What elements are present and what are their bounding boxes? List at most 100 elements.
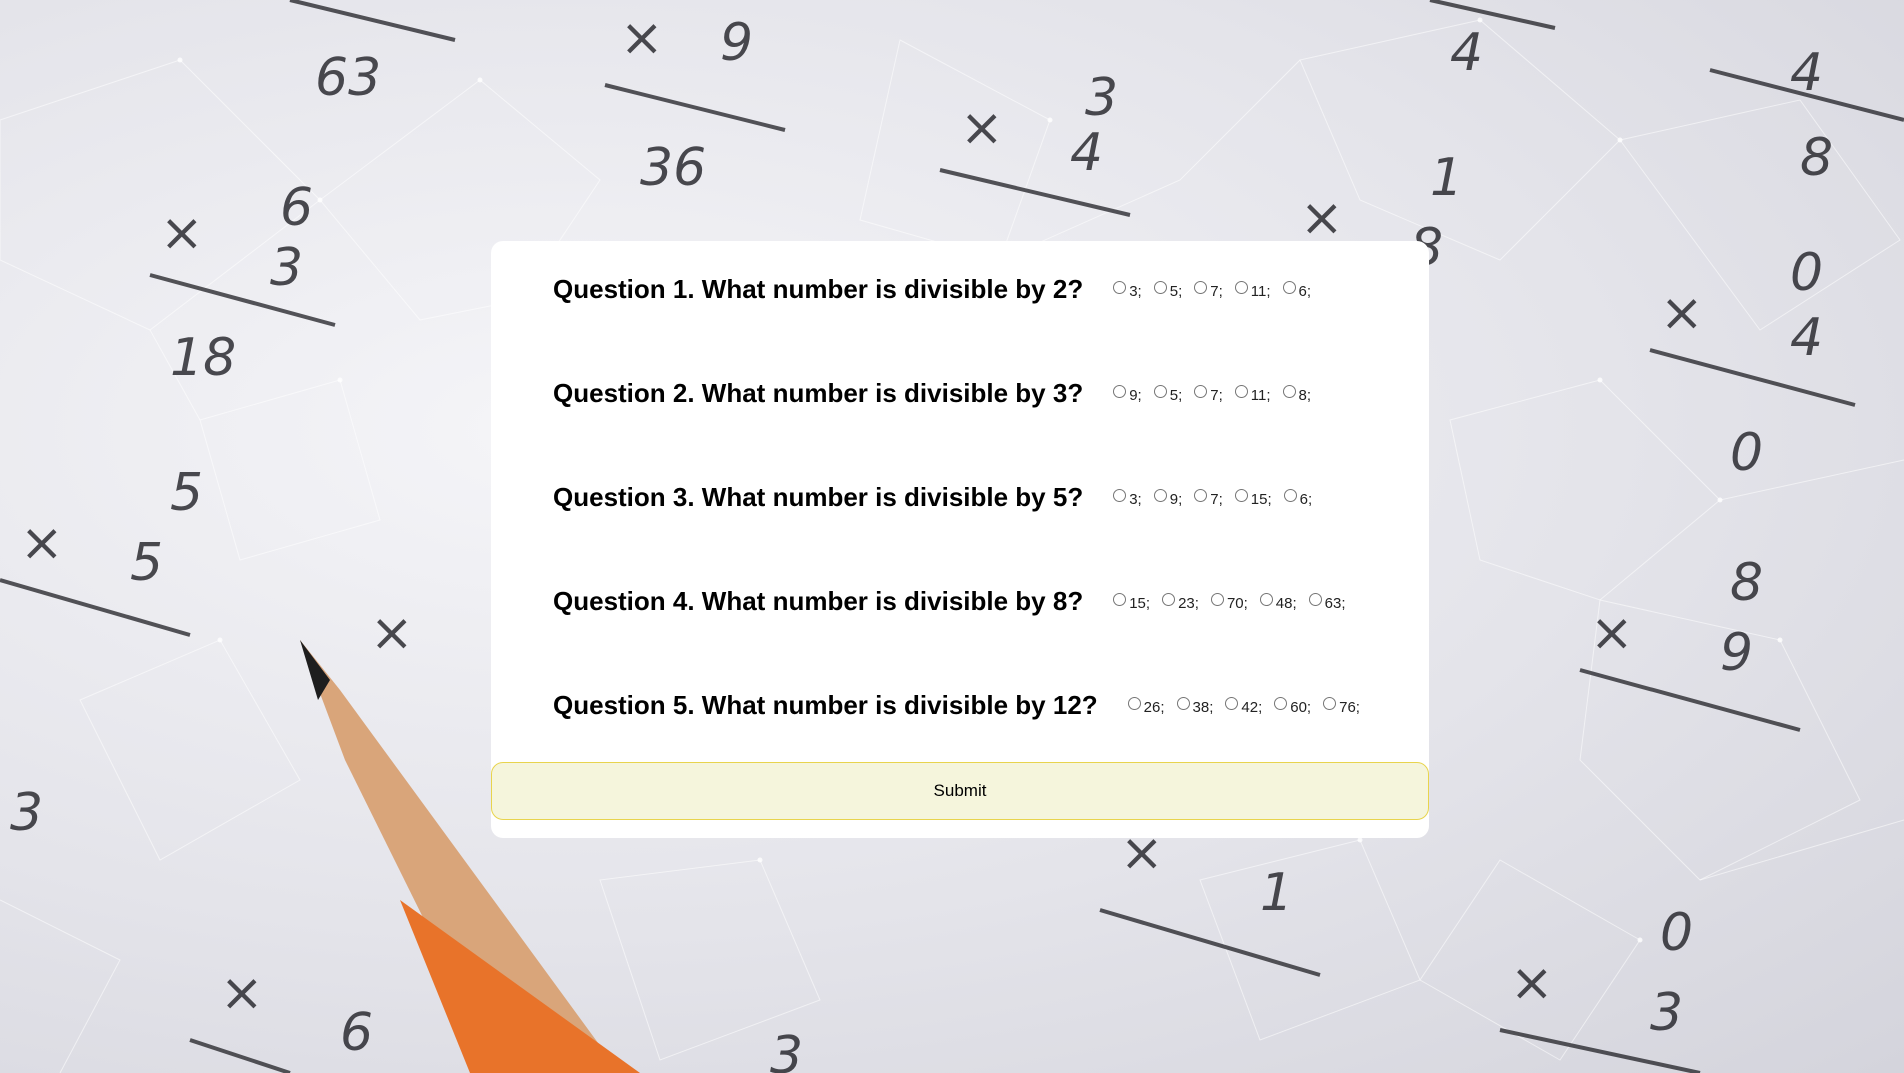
radio-button[interactable] xyxy=(1259,593,1273,606)
option-label: 5; xyxy=(1169,283,1183,300)
option-radio[interactable]: 11; xyxy=(1234,279,1271,300)
option-radio[interactable]: 8; xyxy=(1282,383,1311,404)
radio-button[interactable] xyxy=(1274,697,1288,710)
question-1: Question 1. What number is divisible by … xyxy=(553,274,1323,305)
option-radio[interactable]: 23; xyxy=(1162,591,1199,612)
option-label: 38; xyxy=(1192,699,1214,716)
option-label: 26; xyxy=(1143,699,1165,716)
option-label: 7; xyxy=(1210,283,1223,300)
bg-number: × xyxy=(620,8,664,68)
question-text: Question 1. What number is divisible by … xyxy=(553,274,1084,304)
option-radio[interactable]: 3; xyxy=(1113,279,1142,300)
bg-number: 9 xyxy=(720,13,753,73)
option-radio[interactable]: 15; xyxy=(1234,487,1272,508)
radio-button[interactable] xyxy=(1194,385,1208,398)
bg-number: × xyxy=(220,963,264,1023)
option-label: 70; xyxy=(1226,595,1248,612)
option-radio[interactable]: 6; xyxy=(1282,279,1312,300)
bg-number: 3 xyxy=(770,1026,803,1073)
question-5: Question 5. What number is divisible by … xyxy=(553,690,1372,721)
option-label: 3; xyxy=(1129,491,1142,508)
radio-button[interactable] xyxy=(1113,281,1127,294)
option-radio[interactable]: 15; xyxy=(1113,591,1150,612)
bg-number: 18 xyxy=(170,328,236,388)
radio-button[interactable] xyxy=(1225,697,1239,710)
bg-number: × xyxy=(1300,188,1344,248)
radio-button[interactable] xyxy=(1282,385,1296,398)
radio-button[interactable] xyxy=(1210,593,1224,606)
option-radio[interactable]: 48; xyxy=(1259,591,1297,612)
option-label: 9; xyxy=(1169,491,1183,508)
option-radio[interactable]: 42; xyxy=(1225,695,1262,716)
option-radio[interactable]: 5; xyxy=(1153,279,1183,300)
bg-number: × xyxy=(160,203,204,263)
option-label: 3; xyxy=(1129,283,1142,300)
option-label: 9; xyxy=(1129,387,1142,404)
radio-button[interactable] xyxy=(1113,385,1127,398)
bg-number: × xyxy=(960,98,1004,158)
option-label: 15; xyxy=(1129,595,1151,612)
bg-number: 5 xyxy=(170,463,203,523)
radio-button[interactable] xyxy=(1323,697,1337,710)
bg-number: 3 xyxy=(1650,983,1683,1043)
radio-button[interactable] xyxy=(1234,385,1248,398)
option-label: 6; xyxy=(1298,283,1312,300)
radio-button[interactable] xyxy=(1113,489,1127,502)
radio-button[interactable] xyxy=(1283,489,1297,502)
radio-button[interactable] xyxy=(1162,593,1176,606)
option-radio[interactable]: 3; xyxy=(1113,487,1142,508)
option-label: 7; xyxy=(1210,387,1223,404)
option-label: 11; xyxy=(1250,387,1271,404)
question-2: Question 2. What number is divisible by … xyxy=(553,378,1323,409)
radio-button[interactable] xyxy=(1234,489,1248,502)
radio-button[interactable] xyxy=(1176,697,1190,710)
option-radio[interactable]: 26; xyxy=(1127,695,1165,716)
radio-button[interactable] xyxy=(1194,281,1208,294)
option-radio[interactable]: 63; xyxy=(1308,591,1346,612)
option-radio[interactable]: 9; xyxy=(1153,487,1183,508)
radio-button[interactable] xyxy=(1113,593,1127,606)
bg-number: × xyxy=(1510,953,1554,1013)
bg-number: 4 xyxy=(1450,23,1483,83)
bg-number: 3 xyxy=(1085,68,1118,128)
bg-number: 4 xyxy=(1070,123,1103,183)
bg-number: × xyxy=(1660,283,1704,343)
option-radio[interactable]: 11; xyxy=(1234,383,1271,404)
option-radio[interactable]: 5; xyxy=(1153,383,1182,404)
radio-button[interactable] xyxy=(1234,281,1248,294)
option-label: 23; xyxy=(1178,595,1199,612)
bg-number: 1 xyxy=(1260,863,1293,923)
bg-number: 63 xyxy=(315,48,381,108)
option-radio[interactable]: 7; xyxy=(1194,383,1223,404)
option-radio[interactable]: 38; xyxy=(1176,695,1214,716)
radio-button[interactable] xyxy=(1308,593,1322,606)
option-radio[interactable]: 9; xyxy=(1113,383,1142,404)
question-text: Question 4. What number is divisible by … xyxy=(553,586,1084,616)
radio-button[interactable] xyxy=(1194,489,1208,502)
option-label: 48; xyxy=(1275,595,1297,612)
option-label: 60; xyxy=(1290,699,1312,716)
radio-button[interactable] xyxy=(1153,489,1167,502)
question-text: Question 3. What number is divisible by … xyxy=(553,482,1084,512)
submit-button[interactable]: Submit xyxy=(491,762,1429,820)
option-radio[interactable]: 7; xyxy=(1194,279,1223,300)
radio-button[interactable] xyxy=(1153,385,1167,398)
question-3: Question 3. What number is divisible by … xyxy=(553,482,1324,513)
option-radio[interactable]: 6; xyxy=(1283,487,1313,508)
option-radio[interactable]: 7; xyxy=(1194,487,1223,508)
bg-number: 9 xyxy=(1720,623,1753,683)
option-radio[interactable]: 60; xyxy=(1274,695,1311,716)
radio-button[interactable] xyxy=(1127,697,1141,710)
bg-number: × xyxy=(20,513,64,573)
bg-number: 0 xyxy=(1730,423,1763,483)
option-radio[interactable]: 70; xyxy=(1210,591,1248,612)
option-label: 15; xyxy=(1250,491,1272,508)
option-radio[interactable]: 76; xyxy=(1323,695,1360,716)
option-label: 6; xyxy=(1299,491,1313,508)
option-label: 63; xyxy=(1324,595,1346,612)
bg-number: 0 xyxy=(1660,903,1693,963)
bg-number: 0 xyxy=(1790,243,1823,303)
radio-button[interactable] xyxy=(1153,281,1167,294)
radio-button[interactable] xyxy=(1282,281,1296,294)
bg-number: 1 xyxy=(1430,148,1463,208)
